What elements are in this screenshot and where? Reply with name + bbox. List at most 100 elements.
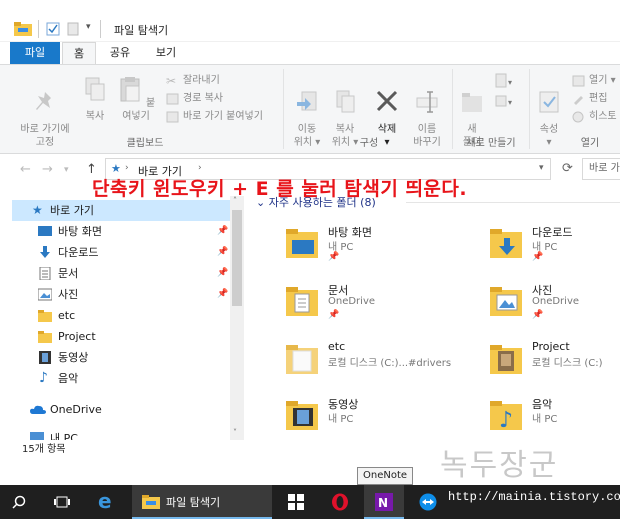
folder-documents[interactable]: 문서 OneDrive 📌 [284, 282, 464, 330]
download-arrow-icon [40, 246, 50, 258]
open-button[interactable]: 열기 ▾ [572, 73, 616, 89]
paste-shortcut-icon [166, 111, 179, 123]
folder-icon [38, 310, 52, 322]
watermark-logo: 녹두장군 [440, 448, 559, 483]
sidebar-item-label: 사진 [58, 288, 79, 301]
new-folder-icon [462, 93, 482, 112]
folder-location: 로컬 디스크 (C:)...#drivers [328, 358, 452, 369]
tab-file[interactable]: 파일 [10, 42, 60, 64]
pin-to-quick-access-button[interactable]: 바로 가기에 고정 [14, 75, 76, 149]
task-view-icon [54, 496, 70, 508]
folder-downloads[interactable]: 다운로드 내 PC 📌 [488, 224, 620, 272]
sidebar-item-quick-access[interactable]: ★ 바로 가기 [12, 200, 232, 221]
sidebar-item-documents[interactable]: 문서 📌 [12, 263, 232, 284]
taskbar-opera[interactable] [320, 485, 360, 519]
pictures-icon [38, 288, 52, 301]
sidebar-item-project[interactable]: Project [12, 326, 232, 347]
sidebar-item-label: etc [58, 309, 76, 322]
refresh-icon[interactable]: ⟳ [562, 161, 573, 176]
easy-access-icon[interactable]: ▾ [494, 93, 516, 109]
folder-desktop[interactable]: 바탕 화면 내 PC 📌 [284, 224, 464, 272]
new-group-label: 새로 만들기 [466, 138, 516, 149]
scrollbar-thumb[interactable] [232, 210, 242, 306]
search-button[interactable] [0, 485, 40, 519]
copy-button[interactable]: 복사 [80, 75, 110, 123]
folder-location: 내 PC [532, 242, 558, 253]
pin-icon: 📌 [217, 247, 229, 257]
search-input[interactable]: 바로 가 [582, 158, 620, 180]
folder-videos[interactable]: 동영상 내 PC [284, 396, 464, 440]
paste-shortcut-label: 바로 가기 붙여넣기 [183, 111, 263, 122]
star-icon: ★ [32, 203, 43, 217]
sidebar-item-label: 바로 가기 [50, 204, 94, 217]
status-bar: 15개 항목 [12, 440, 244, 460]
file-explorer-icon [142, 495, 160, 509]
scroll-down-icon[interactable]: ˅ [233, 428, 237, 437]
sidebar-item-desktop[interactable]: 바탕 화면 📌 [12, 221, 232, 242]
scissors-icon: ✂ [166, 74, 177, 88]
copy-path-icon [166, 93, 179, 105]
music-folder-icon: ♪ [490, 401, 522, 433]
paste-button[interactable]: 붙여넣기 [114, 75, 158, 123]
properties-icon [539, 91, 559, 113]
taskbar-teamviewer[interactable] [408, 485, 448, 519]
ribbon: 바로 가기에 고정 복사 붙여넣기 ✂ 잘라내기 경로 복사 바로 가기 붙여넣… [0, 64, 620, 154]
overlay-annotation: 단축키 윈도우키 + E 를 눌러 탐색기 띄운다. [92, 178, 468, 200]
folder-location: 로컬 디스크 (C:) [532, 358, 603, 369]
sidebar-item-videos[interactable]: 동영상 [12, 347, 232, 368]
sidebar-item-this-pc[interactable]: 내 PC [12, 428, 232, 440]
open-group-label: 열기 [580, 138, 600, 149]
back-arrow-icon[interactable]: ← [20, 162, 31, 177]
pictures-folder-icon [490, 287, 522, 316]
quick-access-dropdown-icon[interactable]: ▾ [86, 22, 91, 36]
sidebar-item-label: 동영상 [58, 351, 89, 364]
computer-icon [30, 432, 44, 440]
copy-path-button[interactable]: 경로 복사 [166, 91, 223, 107]
svg-text:▾: ▾ [508, 78, 512, 87]
folder-music[interactable]: ♪ 음악 내 PC [488, 396, 620, 440]
cut-label: 잘라내기 [183, 75, 220, 86]
sidebar-item-etc[interactable]: etc [12, 305, 232, 326]
properties-check-icon[interactable] [46, 22, 60, 36]
task-view-button[interactable] [44, 485, 80, 519]
folder-location: 내 PC [532, 414, 558, 425]
documents-folder-icon [286, 287, 318, 316]
tab-share[interactable]: 공유 [100, 42, 140, 64]
edit-button[interactable]: 편집 [572, 91, 607, 107]
taskbar-onenote[interactable]: N [364, 485, 404, 519]
taskbar-file-explorer[interactable]: 파일 탐색기 [132, 485, 272, 519]
pin-icon [36, 92, 51, 110]
folder-location: OneDrive [532, 296, 580, 307]
paste-shortcut-button[interactable]: 바로 가기 붙여넣기 [166, 109, 263, 125]
new-item-icon[interactable]: ▾ [494, 73, 516, 89]
delete-x-icon [376, 90, 398, 112]
pin-icon: 📌 [217, 226, 229, 236]
folder-pictures[interactable]: 사진 OneDrive 📌 [488, 282, 620, 330]
recent-chevron-down-icon[interactable]: ▾ [64, 165, 69, 175]
tab-home[interactable]: 홈 [62, 42, 96, 64]
address-dropdown-icon[interactable]: ▾ [539, 163, 544, 173]
sidebar-item-onedrive[interactable]: OneDrive [12, 399, 232, 420]
taskbar-edge[interactable]: e [86, 485, 126, 519]
downloads-folder-icon [490, 229, 522, 258]
sidebar-item-music[interactable]: ♪ 음악 [12, 368, 232, 389]
separator [100, 20, 101, 38]
history-icon [572, 111, 584, 123]
copy-to-icon [336, 90, 355, 113]
sidebar-item-downloads[interactable]: 다운로드 📌 [12, 242, 232, 263]
taskbar-store[interactable] [276, 485, 316, 519]
sidebar-item-pictures[interactable]: 사진 📌 [12, 284, 232, 305]
cloud-icon [30, 405, 46, 414]
open-icon [572, 75, 585, 87]
history-button[interactable]: 히스토 [572, 109, 617, 125]
folder-app-icon [14, 22, 32, 36]
teamviewer-icon [419, 493, 437, 511]
new-folder-quick-icon[interactable] [66, 22, 80, 36]
tab-view[interactable]: 보기 [146, 42, 186, 64]
forward-arrow-icon[interactable]: → [42, 162, 53, 177]
videos-folder-icon [286, 401, 318, 430]
properties-label: 속성 ▾ [539, 124, 559, 148]
folder-etc[interactable]: etc 로컬 디스크 (C:)...#drivers [284, 340, 464, 388]
cut-button[interactable]: ✂ 잘라내기 [166, 73, 220, 89]
folder-project[interactable]: Project 로컬 디스크 (C:) [488, 340, 620, 388]
